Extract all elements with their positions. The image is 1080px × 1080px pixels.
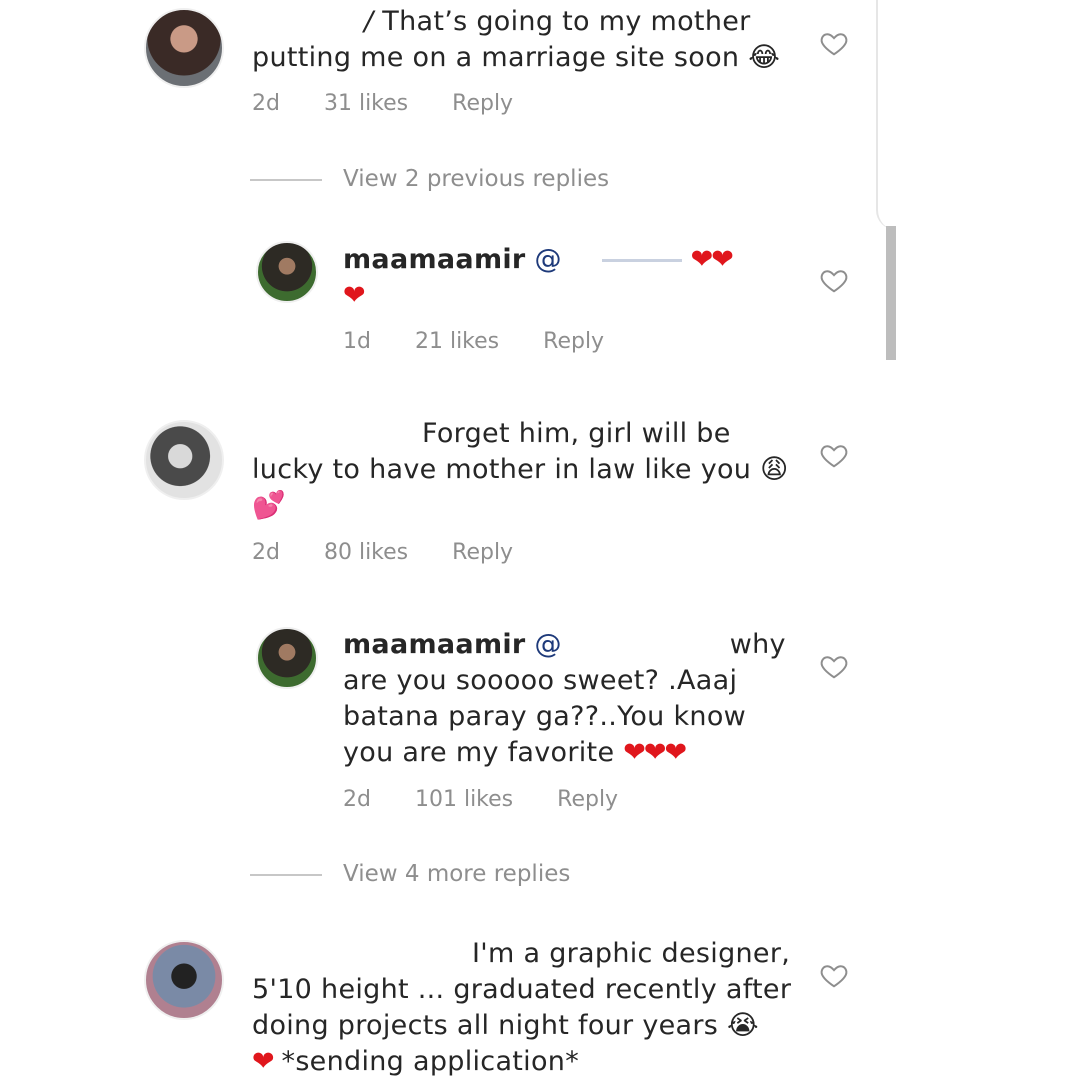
crying-emoji-icon: 😭 — [727, 1010, 759, 1041]
comment-meta: 2d 80 likes Reply — [252, 540, 557, 565]
replies-divider — [250, 874, 322, 876]
reply-username[interactable]: maamaamir — [343, 629, 526, 660]
comment-text: / That’s going to my mother putting me o… — [252, 6, 781, 73]
like-heart-icon[interactable] — [819, 440, 849, 470]
avatar[interactable] — [256, 627, 318, 689]
heart-emoji-icon: ❤ — [343, 280, 366, 311]
like-count[interactable]: 21 likes — [415, 329, 499, 354]
view-more-replies-link[interactable]: View 4 more replies — [343, 861, 570, 887]
mention-link[interactable]: @ — [534, 244, 561, 275]
heart-emoji-icon: ❤❤ — [690, 244, 734, 275]
avatar[interactable] — [256, 241, 318, 303]
comment-time: 2d — [252, 91, 280, 116]
avatar[interactable] — [144, 420, 224, 500]
reply-meta: 2d 101 likes Reply — [343, 787, 662, 812]
like-count[interactable]: 31 likes — [324, 91, 408, 116]
like-heart-icon[interactable] — [819, 960, 849, 990]
reply-meta: 1d 21 likes Reply — [343, 329, 648, 354]
reply-username[interactable]: maamaamir — [343, 244, 526, 275]
reply-time: 2d — [343, 787, 371, 812]
like-count[interactable]: 80 likes — [324, 540, 408, 565]
comment-text: Forget him, girl will be lucky to have m… — [252, 418, 789, 521]
weary-emoji-icon: 😩 — [760, 454, 789, 485]
heart-emoji-icon: ❤❤❤ — [623, 737, 687, 768]
like-heart-icon[interactable] — [819, 651, 849, 681]
reply-button[interactable]: Reply — [557, 787, 618, 812]
reply-text: maamaamir @ why are you sooooo sweet? .Aa… — [343, 629, 786, 768]
comment-meta: 2d 31 likes Reply — [252, 91, 557, 116]
replies-divider — [250, 179, 322, 181]
comment-text: I'm a graphic designer, 5'10 height ... … — [252, 938, 792, 1077]
reply-time: 1d — [343, 329, 371, 354]
reply-button[interactable]: Reply — [543, 329, 604, 354]
like-heart-icon[interactable] — [819, 265, 849, 295]
scrollbar-thumb[interactable] — [886, 226, 896, 360]
comment-time: 2d — [252, 540, 280, 565]
avatar[interactable] — [144, 940, 224, 1020]
reply-text: maamaamir @ ❤❤ ❤ — [343, 242, 783, 314]
reply-button[interactable]: Reply — [452, 91, 513, 116]
avatar[interactable] — [144, 8, 224, 88]
scrollbar-track[interactable] — [876, 0, 896, 230]
like-count[interactable]: 101 likes — [415, 787, 513, 812]
mention-link[interactable]: @ — [534, 629, 561, 660]
reply-button[interactable]: Reply — [452, 540, 513, 565]
like-heart-icon[interactable] — [819, 28, 849, 58]
laughing-emoji-icon: 😂 — [748, 42, 781, 73]
view-previous-replies-link[interactable]: View 2 previous replies — [343, 166, 609, 192]
heart-emoji-icon: ❤ — [252, 1046, 275, 1077]
two-hearts-emoji-icon: 💕 — [252, 490, 286, 521]
